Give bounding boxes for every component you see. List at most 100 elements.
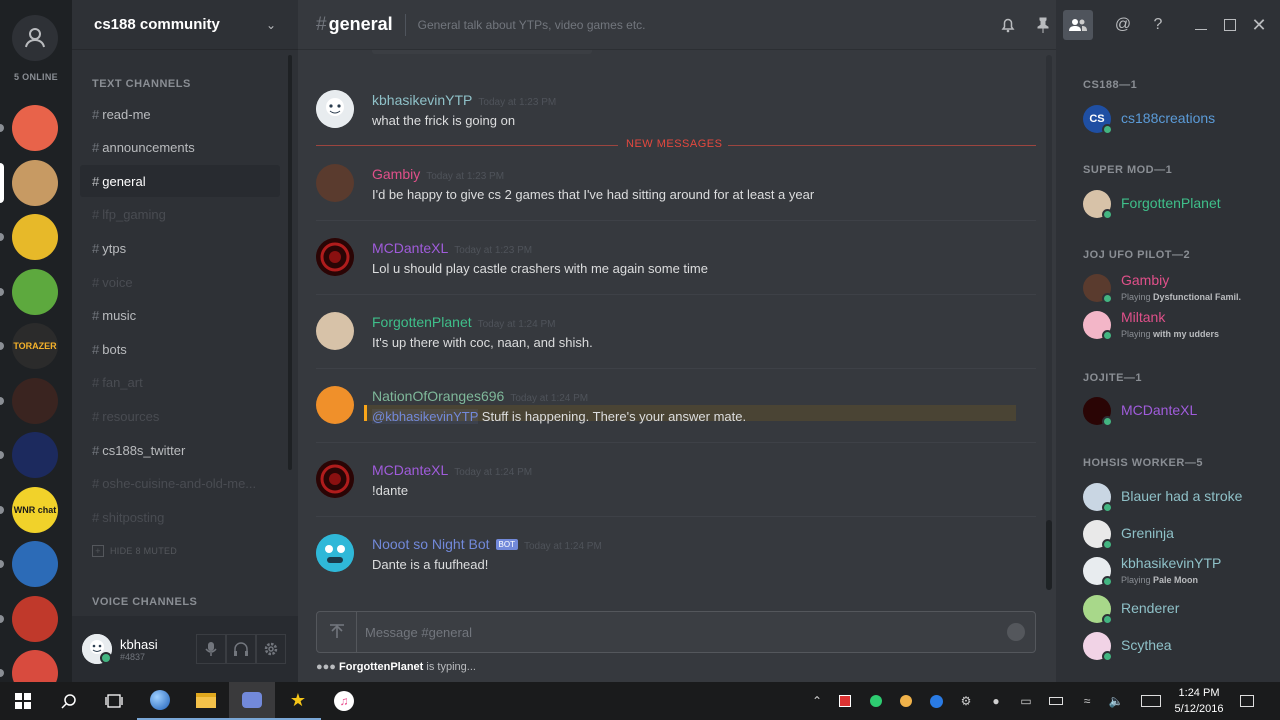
channel-resources[interactable]: # resources	[80, 400, 280, 432]
start-button[interactable]	[0, 682, 46, 720]
member-name[interactable]: Greninja	[1121, 525, 1174, 541]
taskbar-clock[interactable]: 1:24 PM 5/12/2016	[1166, 685, 1232, 717]
search-button[interactable]	[46, 682, 92, 720]
tray-volume[interactable]: 🔈	[1108, 693, 1124, 709]
message[interactable]: Nooot so Night Bot BOT Today at 1:24 PM Dan…	[316, 534, 1036, 590]
member-item[interactable]: Blauer had a stroke	[1083, 481, 1273, 513]
member-name[interactable]: Miltank	[1121, 309, 1165, 325]
channel-voice[interactable]: # voice	[80, 266, 280, 298]
author-name[interactable]: MCDanteXL	[372, 240, 448, 256]
member-name[interactable]: Scythea	[1121, 637, 1172, 653]
channel-lfp-gaming[interactable]: # lfp_gaming	[80, 199, 280, 231]
mentions-button[interactable]: @	[1108, 10, 1138, 40]
tray-steam[interactable]: ⚙	[958, 693, 974, 709]
message-author[interactable]: MCDanteXL Today at 1:24 PM	[372, 462, 532, 478]
help-button[interactable]: ?	[1143, 10, 1173, 40]
message[interactable]: Gambiy Today at 1:23 PM I'd be happy to gi…	[316, 164, 1036, 220]
guild-header[interactable]: cs188 community ⌄	[72, 0, 298, 50]
message-list[interactable]: kbhasikevinYTP Today at 1:23 PM what the f…	[298, 50, 1046, 595]
taskbar-itunes[interactable]: ♫	[321, 682, 367, 720]
member-list-toggle[interactable]	[1063, 10, 1093, 40]
channel-read-me[interactable]: # read-me	[80, 98, 280, 130]
member-name[interactable]: Renderer	[1121, 600, 1179, 616]
text-channels-header[interactable]: TEXT CHANNELS	[72, 78, 191, 90]
member-item[interactable]: Gambiy Playing Dysfunctional Famil...	[1083, 272, 1273, 304]
upload-button[interactable]	[317, 612, 357, 652]
member-item[interactable]: kbhasikevinYTP Playing Pale Moon	[1083, 555, 1273, 587]
author-avatar[interactable]	[316, 90, 354, 128]
author-name[interactable]: kbhasikevinYTP	[372, 92, 472, 108]
member-item[interactable]: Miltank Playing with my udders	[1083, 309, 1273, 341]
author-avatar[interactable]	[316, 312, 354, 350]
taskbar-discord[interactable]	[229, 682, 275, 720]
tray-keyboard[interactable]	[1140, 693, 1162, 709]
channel-ytps[interactable]: # ytps	[80, 232, 280, 264]
server-avatar-guy[interactable]	[12, 159, 58, 206]
pinned-messages-button[interactable]	[1028, 10, 1058, 40]
message-author[interactable]: Gambiy Today at 1:23 PM	[372, 166, 504, 182]
message-author[interactable]: ForgottenPlanet Today at 1:24 PM	[372, 314, 555, 330]
tray-app-1[interactable]	[837, 693, 853, 709]
author-name[interactable]: MCDanteXL	[372, 462, 448, 478]
member-name[interactable]: MCDanteXL	[1121, 402, 1197, 418]
author-avatar[interactable]	[316, 238, 354, 276]
taskbar-app-star[interactable]: ★	[275, 682, 321, 720]
task-view-button[interactable]	[91, 682, 137, 720]
server-game[interactable]	[12, 595, 58, 642]
show-hidden-icons-button[interactable]: ⌃	[809, 693, 825, 709]
author-avatar[interactable]	[316, 460, 354, 498]
user-mention[interactable]: @kbhasikevinYTP	[372, 409, 479, 424]
author-name[interactable]: Nooot so Night Bot	[372, 536, 490, 552]
tray-wifi[interactable]: ≈	[1079, 693, 1095, 709]
author-name[interactable]: NationOfOranges696	[372, 388, 504, 404]
server-space[interactable]	[12, 377, 58, 424]
hide-muted-toggle[interactable]: + HIDE 8 MUTED	[92, 545, 177, 557]
messages-scrollbar[interactable]	[1046, 55, 1052, 590]
voice-channels-header[interactable]: VOICE CHANNELS	[72, 596, 197, 608]
channel-cs188s-twitter[interactable]: # cs188s_twitter	[80, 434, 280, 466]
member-item[interactable]: ForgottenPlanet	[1083, 188, 1273, 220]
channel-bots[interactable]: # bots	[80, 333, 280, 365]
member-name[interactable]: kbhasikevinYTP	[1121, 555, 1221, 571]
emoji-picker-icon[interactable]	[1007, 623, 1025, 641]
member-item[interactable]: CS cs188creations	[1083, 103, 1273, 135]
message-author[interactable]: kbhasikevinYTP Today at 1:23 PM	[372, 92, 556, 108]
server-torazer[interactable]: TORAZER	[12, 323, 58, 369]
channel-announcements[interactable]: # announcements	[80, 132, 280, 164]
channel-scrollbar[interactable]	[288, 55, 292, 470]
channel-general[interactable]: # general	[80, 165, 280, 198]
member-item[interactable]: Renderer	[1083, 593, 1273, 625]
minimize-button[interactable]	[1186, 10, 1216, 40]
tray-app-4[interactable]	[928, 693, 944, 709]
server-apple[interactable]	[12, 268, 58, 315]
message[interactable]: MCDanteXL Today at 1:23 PM Lol u should pl…	[316, 238, 1036, 294]
tray-app-2[interactable]	[868, 693, 884, 709]
author-avatar[interactable]	[316, 534, 354, 572]
deafen-button[interactable]	[226, 634, 256, 664]
tray-discord[interactable]: ●	[988, 693, 1004, 709]
close-button[interactable]: ✕	[1244, 10, 1274, 40]
member-name[interactable]: Gambiy	[1121, 272, 1169, 288]
member-item[interactable]: Scythea	[1083, 630, 1273, 662]
author-avatar[interactable]	[316, 164, 354, 202]
server-wnr-chat[interactable]: WNR chat	[12, 486, 58, 533]
taskbar-file-explorer[interactable]	[183, 682, 229, 720]
mute-button[interactable]	[196, 634, 226, 664]
member-name[interactable]: Blauer had a stroke	[1121, 488, 1242, 504]
message[interactable]: NationOfOranges696 Today at 1:24 PM @kbhas…	[316, 386, 1036, 442]
member-name[interactable]: ForgottenPlanet	[1121, 195, 1221, 211]
action-center-button[interactable]	[1239, 693, 1255, 709]
taskbar-browser[interactable]	[137, 682, 183, 720]
tray-battery[interactable]	[1048, 693, 1064, 709]
channel-music[interactable]: # music	[80, 300, 280, 332]
user-settings-button[interactable]	[256, 634, 286, 664]
message[interactable]: ForgottenPlanet Today at 1:24 PM It's up t…	[316, 312, 1036, 368]
member-item[interactable]: Greninja	[1083, 518, 1273, 550]
message-author[interactable]: MCDanteXL Today at 1:23 PM	[372, 240, 532, 256]
channel-fan-art[interactable]: # fan_art	[80, 367, 280, 399]
message-author[interactable]: NationOfOranges696 Today at 1:24 PM	[372, 388, 588, 404]
maximize-button[interactable]	[1215, 10, 1245, 40]
channel-oshe-cuisine-and-old-me-[interactable]: # oshe-cuisine-and-old-me...	[80, 468, 280, 500]
author-avatar[interactable]	[316, 386, 354, 424]
server-fist[interactable]	[12, 214, 58, 260]
